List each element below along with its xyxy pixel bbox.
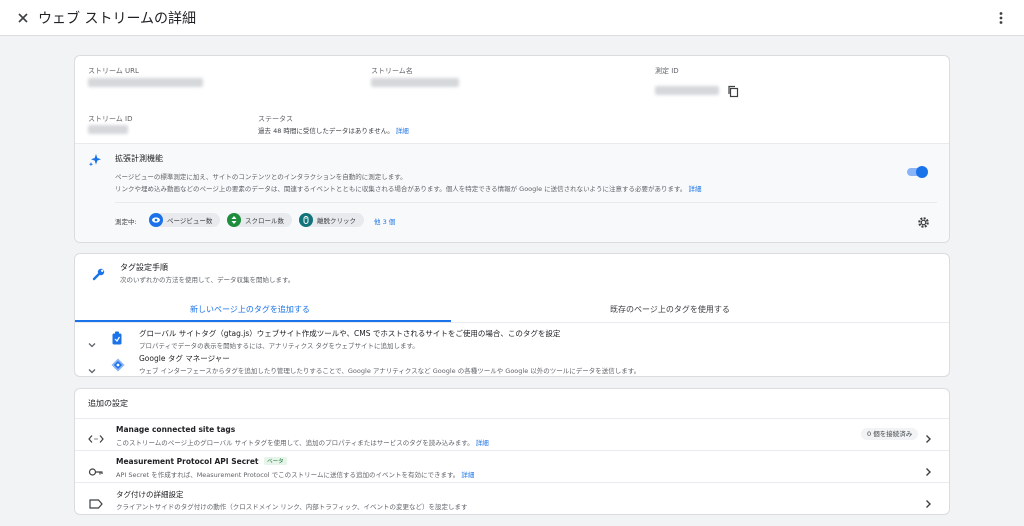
page-title: ウェブ ストリームの詳細 [38,11,197,27]
stream-id-value-redacted [88,125,128,134]
code-icon [88,429,104,443]
measurement-id-value-redacted [655,86,719,95]
gtm-option-title[interactable]: Google タグ マネージャー [139,353,230,364]
connected-site-tags-desc: このストリームのページ上のグローバル サイトタグを使用して、追加のプロパティまた… [116,437,489,447]
additional-settings-title: 追加の設定 [88,399,128,408]
eye-icon [149,213,163,227]
wrench-icon [92,266,106,281]
tagging-settings-title: タグ付けの詳細設定 [116,490,184,499]
connected-count-badge: 0 個を接続済み [861,428,919,440]
label-tag-icon [89,494,103,509]
gtag-icon [111,330,123,345]
enhanced-measurement-title: 拡張計測機能 [115,154,163,163]
stream-name-value-redacted [371,78,459,87]
measuring-label: 測定中: [115,218,137,226]
status-message: 過去 48 時間に受信したデータはありません。 [258,127,394,135]
measurement-protocol-title-text: Measurement Protocol API Secret [116,457,259,466]
status-label: ステータス [258,115,293,123]
measurement-protocol-desc: API Secret を作成すれば、Measurement Protocol で… [116,469,474,479]
enhanced-measurement-section [75,143,949,242]
tagging-subtitle: 次のいずれかの方法を使用して、データ収集を開始します。 [120,276,295,284]
stream-url-value-redacted [88,78,203,87]
chip-scrolls: スクロール数 [227,213,292,227]
more-vert-icon[interactable] [992,9,1010,27]
top-app-bar: ウェブ ストリームの詳細 [0,0,1024,36]
enhanced-divider [115,202,937,203]
stream-url-label: ストリーム URL [88,67,139,75]
beta-badge: ベータ [264,457,287,465]
measurement-protocol-desc-text: API Secret を作成すれば、Measurement Protocol で… [116,471,460,479]
chevron-down-icon[interactable] [87,335,97,348]
chip-outbound-clicks-label: 離脱クリック [317,217,356,225]
chip-pageviews-label: ページビュー数 [167,217,213,225]
copy-icon[interactable] [727,83,740,98]
enhanced-desc-2-text: リンクや埋め込み動画などのページ上の要素のデータは、関連するイベントとともに収集… [115,185,687,193]
enhanced-desc-1: ページビューの標準測定に加え、サイトのコンテンツとのインタラクションを自動的に測… [115,173,407,181]
measurement-id-label: 測定 ID [655,67,679,75]
stream-id-label: ストリーム ID [88,115,133,123]
scroll-icon [227,213,241,227]
enhanced-desc-2: リンクや埋め込み動画などのページ上の要素のデータは、関連するイベントとともに収集… [115,183,701,193]
chip-pageviews: ページビュー数 [149,213,221,227]
close-icon[interactable] [14,9,32,27]
connected-site-tags-link[interactable]: 詳細 [476,439,489,447]
enhanced-measurement-toggle[interactable] [905,165,929,179]
additional-settings-card: 追加の設定 Manage connected site tags このストリーム… [74,388,950,515]
chevron-right-icon[interactable] [923,494,933,508]
chevron-right-icon[interactable] [923,462,933,476]
chevron-right-icon[interactable] [923,429,933,443]
gtag-option-desc: プロパティでデータの表示を開始するには、アナリティクス タグをウェブサイトに追加… [139,342,419,350]
gtag-option-title[interactable]: グローバル サイトタグ（gtag.js）ウェブサイト作成ツールや、CMS でホス… [139,328,560,339]
stream-name-label: ストリーム名 [371,67,413,75]
mouse-icon [299,213,313,227]
tab-add-new-tag[interactable]: 新しいページ上のタグを追加する [190,304,310,315]
key-icon [88,462,104,476]
tag-manager-icon [111,357,125,372]
tagging-title: タグ設定手順 [120,263,168,272]
status-text: 過去 48 時間に受信したデータはありません。 詳細 [258,125,409,135]
tab-divider [75,322,949,323]
tab-use-existing-tag[interactable]: 既存のページ上のタグを使用する [610,304,730,315]
tagging-instructions-card: タグ設定手順 次のいずれかの方法を使用して、データ収集を開始します。 新しいペー… [74,253,950,377]
stream-details-card: ストリーム URL ストリーム名 測定 ID ストリーム ID ステータス 過去… [74,55,950,243]
more-events-link[interactable]: 他 3 個 [374,216,395,226]
gear-icon[interactable] [917,214,930,228]
sparkle-icon [88,152,102,167]
status-details-link[interactable]: 詳細 [396,127,409,135]
chip-scrolls-label: スクロール数 [245,217,284,225]
connected-site-tags-desc-text: このストリームのページ上のグローバル サイトタグを使用して、追加のプロパティまた… [116,439,474,447]
chip-outbound-clicks: 離脱クリック [299,213,364,227]
tagging-settings-desc: クライアントサイドのタグ付けの動作（クロスドメイン リンク、内部トラフィック、イ… [116,503,468,511]
measurement-protocol-title: Measurement Protocol API Secret ベータ [116,457,287,466]
enhanced-details-link[interactable]: 詳細 [688,185,701,193]
measurement-protocol-link[interactable]: 詳細 [461,471,474,479]
chevron-down-icon[interactable] [87,361,97,374]
gtm-option-desc: ウェブ インターフェースからタグを追加したり管理したりすることで、Google … [139,367,641,375]
connected-site-tags-title: Manage connected site tags [116,425,236,434]
